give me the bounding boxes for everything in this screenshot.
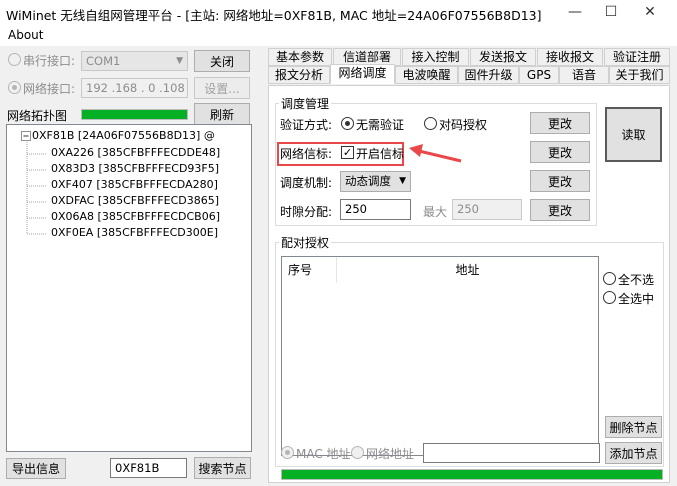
serial-port-value: COM1 <box>86 54 121 68</box>
pairing-progress <box>281 469 663 480</box>
select-all-label: 全选中 <box>618 292 655 306</box>
change-beacon-button[interactable]: 更改 <box>530 141 590 163</box>
ip-address-field[interactable]: 192 .168 . 0 .108 <box>81 78 188 98</box>
pairing-progress-fill <box>282 470 662 479</box>
settings-button[interactable]: 设置... <box>194 77 250 99</box>
col-index-header[interactable]: 序号 <box>282 257 337 283</box>
tree-node[interactable]: 0X83D3 [385CFBFFFECD93F5] <box>51 162 219 175</box>
checkmark-icon: ✓ <box>342 146 353 159</box>
close-window-icon[interactable]: ✕ <box>630 0 670 26</box>
pairing-address-list[interactable]: 序号 地址 <box>281 256 599 456</box>
maximize-icon[interactable]: ☐ <box>591 0 631 26</box>
mac-address-label: MAC 地址 <box>296 447 351 461</box>
tree-node[interactable]: 0X06A8 [385CFBFFFECDCB06] <box>51 210 220 223</box>
add-node-button[interactable]: 添加节点 <box>605 442 662 464</box>
network-schedule-panel: 调度管理 验证方式: 无需验证 对码授权 网络信标: ✓ 开启信标 调度机制: … <box>268 85 670 483</box>
mac-address-radio[interactable] <box>281 446 294 459</box>
topology-label: 网络拓扑图 <box>7 109 68 123</box>
network-beacon-label: 网络信标: <box>280 147 333 161</box>
search-node-input[interactable]: 0XF81B <box>110 458 187 478</box>
col-address-header[interactable]: 地址 <box>337 257 598 283</box>
tab-send-message[interactable]: 发送报文 <box>470 48 536 66</box>
schedule-mechanism-select[interactable]: 动态调度 ▼ <box>340 171 411 192</box>
search-node-button[interactable]: 搜索节点 <box>194 457 251 479</box>
tab-network-schedule[interactable]: 网络调度 <box>330 64 395 84</box>
net-address-radio[interactable] <box>351 446 364 459</box>
network-port-label: 网络接口: <box>23 82 76 96</box>
close-port-button[interactable]: 关闭 <box>194 50 250 72</box>
max-slot-input: 250 <box>452 199 522 220</box>
window-title: WiMinet 无线自组网管理平台 - [主站: 网络地址=0XF81B, MA… <box>6 8 542 23</box>
serial-port-select[interactable]: COM1 ▼ <box>81 51 188 71</box>
tab-receive-message[interactable]: 接收报文 <box>537 48 603 66</box>
schedule-mechanism-value: 动态调度 <box>345 174 391 188</box>
tab-voice[interactable]: 语音 <box>559 66 609 84</box>
change-mechanism-button[interactable]: 更改 <box>530 170 590 192</box>
auth-method-label: 验证方式: <box>280 118 333 132</box>
read-button[interactable]: 读取 <box>605 107 662 162</box>
refresh-button[interactable]: 刷新 <box>194 103 250 125</box>
tab-firmware-upgrade[interactable]: 固件升级 <box>458 66 519 84</box>
change-auth-button[interactable]: 更改 <box>530 112 590 134</box>
auth-none-label: 无需验证 <box>356 118 405 132</box>
serial-port-radio[interactable] <box>8 53 21 66</box>
pairing-group-title: 配对授权 <box>279 234 332 251</box>
schedule-mechanism-label: 调度机制: <box>280 176 333 190</box>
slot-allocation-input[interactable]: 250 <box>340 199 411 220</box>
tab-radio-wakeup[interactable]: 电波唤醒 <box>395 66 458 84</box>
beacon-checkbox[interactable]: ✓ <box>341 146 354 159</box>
tab-basic-params[interactable]: 基本参数 <box>268 48 332 66</box>
title-bar: WiMinet 无线自组网管理平台 - [主站: 网络地址=0XF81B, MA… <box>0 0 677 26</box>
tree-root-node[interactable]: 0XF81B [24A06F07556B8D13] @ <box>32 129 215 142</box>
select-all-radio[interactable] <box>603 291 616 304</box>
tree-node[interactable]: 0XA226 [385CFBFFFECDDE48] <box>51 146 220 159</box>
export-info-button[interactable]: 导出信息 <box>6 458 66 479</box>
network-port-radio[interactable] <box>8 81 21 94</box>
menu-about[interactable]: About <box>8 28 43 42</box>
select-none-radio[interactable] <box>603 272 616 285</box>
annotation-arrow-icon <box>409 144 462 163</box>
node-address-input[interactable] <box>423 443 600 463</box>
slot-allocation-label: 时隙分配: <box>280 205 333 219</box>
max-label: 最大 <box>423 205 448 219</box>
tab-verify-register[interactable]: 验证注册 <box>604 48 670 66</box>
chevron-down-icon: ▼ <box>399 176 406 186</box>
beacon-checkbox-label: 开启信标 <box>356 147 405 161</box>
serial-port-label: 串行接口: <box>23 54 76 68</box>
auth-pair-label: 对码授权 <box>439 118 488 132</box>
topology-progress <box>81 109 188 120</box>
tab-message-analysis[interactable]: 报文分析 <box>268 66 330 84</box>
tree-node[interactable]: 0XDFAC [385CFBFFFECD3865] <box>51 194 219 207</box>
auth-pair-radio[interactable] <box>424 117 437 130</box>
schedule-group-title: 调度管理 <box>279 95 332 112</box>
topology-progress-fill <box>82 110 187 119</box>
tab-access-control[interactable]: 接入控制 <box>402 48 469 66</box>
tab-gps[interactable]: GPS <box>519 66 559 84</box>
menu-bar: About <box>0 26 677 46</box>
tab-about-us[interactable]: 关于我们 <box>609 66 670 84</box>
minimize-icon[interactable]: — <box>555 0 595 26</box>
tree-node[interactable]: 0XF0EA [385CFBFFFECD300E] <box>51 226 218 239</box>
auth-none-radio[interactable] <box>341 117 354 130</box>
tree-node[interactable]: 0XF407 [385CFBFFFECDA280] <box>51 178 218 191</box>
select-none-label: 全不选 <box>618 273 655 287</box>
net-address-label: 网络地址 <box>366 447 415 461</box>
delete-node-button[interactable]: 删除节点 <box>605 416 662 438</box>
chevron-down-icon: ▼ <box>176 56 183 66</box>
change-slot-button[interactable]: 更改 <box>530 199 590 221</box>
topology-tree[interactable]: 0XF81B [24A06F07556B8D13] @ 0XA226 [385C… <box>6 124 252 452</box>
